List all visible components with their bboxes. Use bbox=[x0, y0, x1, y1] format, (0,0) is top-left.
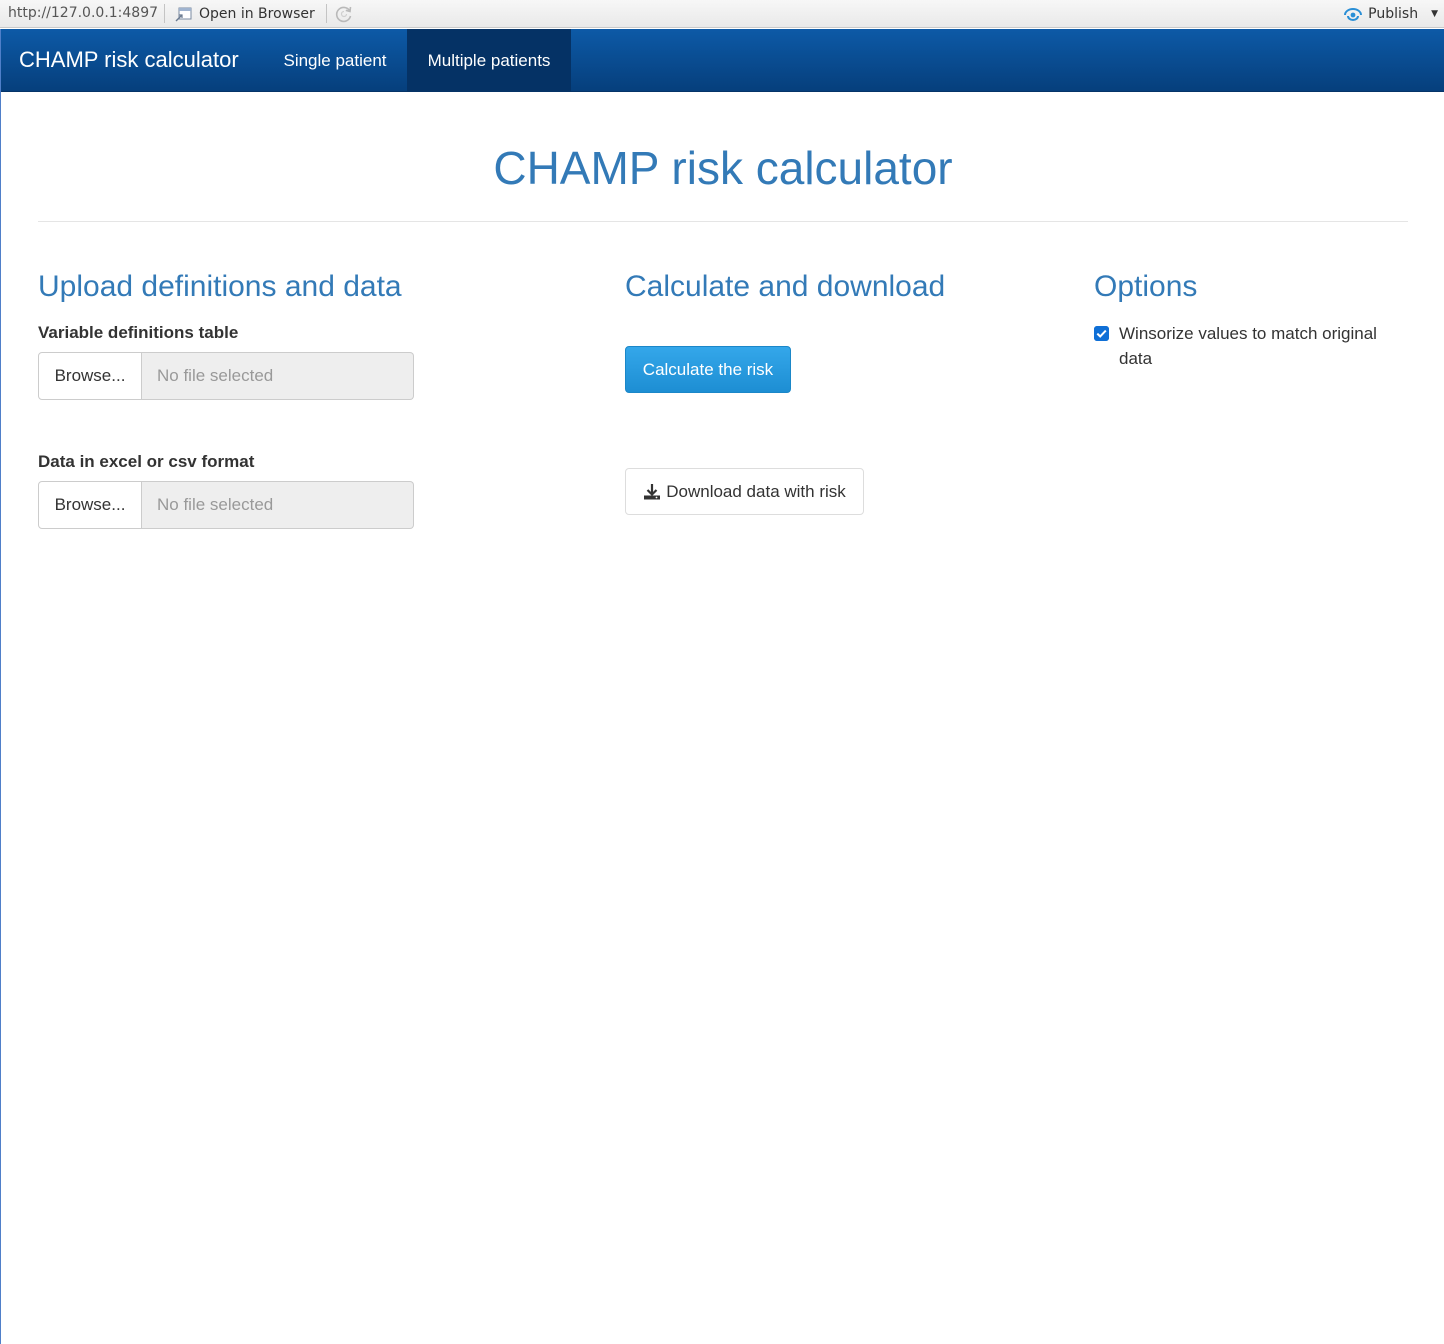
navbar-brand[interactable]: CHAMP risk calculator bbox=[19, 47, 239, 73]
calculate-section-heading: Calculate and download bbox=[625, 270, 946, 303]
definitions-file-name[interactable]: No file selected bbox=[142, 352, 414, 400]
tab-single-patient[interactable]: Single patient bbox=[263, 29, 407, 92]
download-data-button[interactable]: Download data with risk bbox=[625, 468, 864, 515]
toolbar-divider bbox=[164, 4, 165, 23]
app-frame: CHAMP risk calculator Single patient Mul… bbox=[0, 29, 1444, 1344]
tab-multiple-patients[interactable]: Multiple patients bbox=[407, 29, 571, 92]
download-button-label: Download data with risk bbox=[666, 481, 846, 501]
viewer-toolbar: http://127.0.0.1:4897 Open in Browser Pu… bbox=[0, 0, 1444, 28]
open-in-browser-button[interactable]: Open in Browser bbox=[175, 4, 315, 24]
data-file-name[interactable]: No file selected bbox=[142, 481, 414, 529]
refresh-icon[interactable] bbox=[334, 4, 354, 24]
navbar: CHAMP risk calculator Single patient Mul… bbox=[1, 29, 1444, 92]
options-section-heading: Options bbox=[1094, 270, 1198, 303]
page-title: CHAMP risk calculator bbox=[493, 142, 953, 194]
winsorize-checkbox[interactable] bbox=[1094, 326, 1109, 341]
chevron-down-icon[interactable]: ▼ bbox=[1431, 9, 1438, 19]
toolbar-divider bbox=[326, 4, 327, 23]
publish-button[interactable]: Publish ▼ bbox=[1343, 4, 1438, 24]
publish-label: Publish bbox=[1368, 6, 1419, 22]
viewer-url: http://127.0.0.1:4897 bbox=[8, 5, 159, 21]
data-file-label: Data in excel or csv format bbox=[38, 452, 255, 471]
publish-icon bbox=[1344, 8, 1363, 21]
definitions-file-label: Variable definitions table bbox=[38, 323, 239, 342]
title-divider bbox=[38, 221, 1408, 222]
winsorize-label[interactable]: Winsorize values to match original data bbox=[1119, 321, 1404, 371]
download-icon bbox=[644, 483, 661, 499]
open-in-browser-icon bbox=[175, 7, 192, 22]
definitions-browse-button[interactable]: Browse... bbox=[38, 352, 142, 400]
data-file-input: Browse... No file selected bbox=[38, 481, 414, 529]
calculate-risk-button[interactable]: Calculate the risk bbox=[625, 346, 791, 393]
open-in-browser-label: Open in Browser bbox=[199, 6, 315, 22]
data-browse-button[interactable]: Browse... bbox=[38, 481, 142, 529]
definitions-file-input: Browse... No file selected bbox=[38, 352, 414, 400]
upload-section-heading: Upload definitions and data bbox=[38, 270, 402, 303]
